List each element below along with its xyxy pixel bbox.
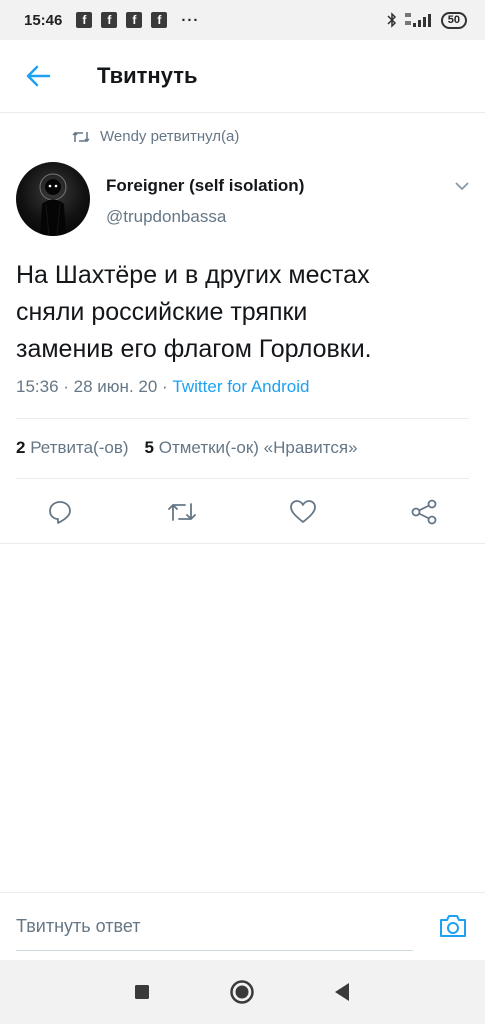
circle-icon <box>230 980 254 1004</box>
facebook-notification-icon: f <box>101 12 118 28</box>
battery-icon: 50 <box>440 11 467 29</box>
avatar[interactable] <box>16 162 90 236</box>
like-icon <box>290 500 316 523</box>
retweet-icon <box>168 503 196 521</box>
author-handle[interactable]: @trupdonbassa <box>106 207 226 227</box>
system-nav-bar <box>0 960 485 1024</box>
status-bar: 15:46 f f f f ··· 50 <box>0 0 485 40</box>
camera-icon <box>440 915 466 937</box>
signal-icon <box>404 13 431 27</box>
retweeted-by-label: Wendy ретвитнул(а) <box>100 128 240 145</box>
status-notification-icons: f f f f <box>76 12 168 28</box>
tweet-stats: 2 Ретвита(-ов) 5 Отметки(-ок) «Нравится» <box>16 438 358 458</box>
chevron-down-icon <box>455 182 469 191</box>
reply-bar: Твитнуть ответ <box>0 892 485 960</box>
page-title: Твитнуть <box>97 63 198 88</box>
back-button[interactable] <box>18 56 58 96</box>
retweet-icon <box>72 131 90 142</box>
author-name[interactable]: Foreigner (self isolation) <box>106 176 304 196</box>
facebook-notification-icon: f <box>76 12 93 28</box>
reply-button[interactable] <box>40 492 80 532</box>
tweet-source-link[interactable]: Twitter for Android <box>172 377 309 396</box>
tweet-meta: 15:36 · 28 июн. 20 · Twitter for Android <box>16 377 309 397</box>
status-right-icons: 50 <box>387 11 467 29</box>
more-notifications-icon: ··· <box>181 11 200 29</box>
bluetooth-icon <box>387 12 396 28</box>
retweet-button[interactable] <box>162 492 202 532</box>
tweet-options-button[interactable] <box>452 176 472 196</box>
likes-stat[interactable]: 5 Отметки(-ок) «Нравится» <box>145 438 358 458</box>
recents-button[interactable] <box>126 976 158 1008</box>
retweets-count: 2 <box>16 438 26 457</box>
back-arrow-icon <box>26 65 51 87</box>
empty-replies-area <box>0 544 485 892</box>
triangle-back-icon <box>335 983 349 1001</box>
reply-icon <box>49 501 71 524</box>
status-time: 15:46 <box>24 11 63 29</box>
tweet-date: 28 июн. 20 <box>73 377 158 396</box>
likes-count: 5 <box>144 438 154 457</box>
likes-label: Отметки(-ок) «Нравится» <box>158 438 358 457</box>
tweet-text: На Шахтёре и в других местах сняли росси… <box>16 261 372 363</box>
retweet-context[interactable]: Wendy ретвитнул(а) <box>72 128 239 145</box>
retweets-label: Ретвита(-ов) <box>30 438 129 457</box>
share-button[interactable] <box>404 492 444 532</box>
like-button[interactable] <box>283 492 323 532</box>
reply-input[interactable]: Твитнуть ответ <box>16 911 413 951</box>
divider <box>16 418 469 419</box>
facebook-notification-icon: f <box>126 12 143 28</box>
meta-separator: · <box>63 377 74 396</box>
tweet-time: 15:36 <box>16 377 59 396</box>
retweets-stat[interactable]: 2 Ретвита(-ов) <box>16 438 129 458</box>
tweet-actions <box>0 492 485 532</box>
avatar-silhouette <box>39 173 67 236</box>
square-icon <box>135 985 149 999</box>
home-button[interactable] <box>226 976 258 1008</box>
divider <box>16 478 469 479</box>
back-nav-button[interactable] <box>326 976 358 1008</box>
camera-button[interactable] <box>436 909 470 943</box>
facebook-notification-icon: f <box>151 12 168 28</box>
app-bar: Твитнуть <box>0 40 485 113</box>
share-icon <box>411 499 437 525</box>
meta-separator: · <box>162 377 173 396</box>
